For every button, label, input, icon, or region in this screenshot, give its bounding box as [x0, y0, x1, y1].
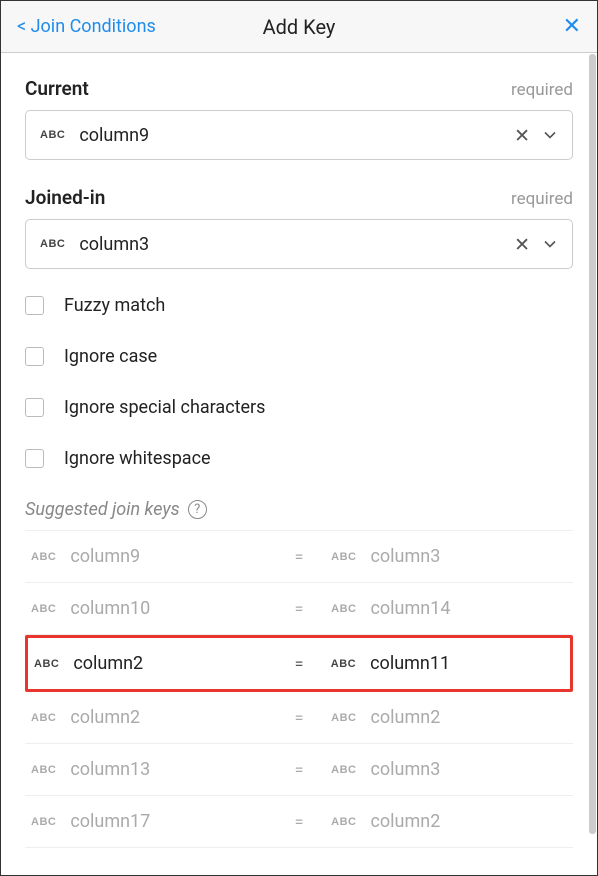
text-type-icon: ABC [40, 238, 65, 250]
suggested-left: ABC column13 [31, 759, 267, 780]
suggested-right-text: column3 [370, 546, 440, 567]
text-type-icon: ABC [31, 712, 56, 724]
equals-icon: = [267, 708, 331, 727]
ignore-whitespace-label: Ignore whitespace [64, 448, 211, 469]
fuzzy-match-label: Fuzzy match [64, 295, 165, 316]
suggested-right: ABC column2 [331, 811, 567, 832]
suggested-row[interactable]: ABCcolumn17=ABCcolumn2 [25, 796, 573, 848]
suggested-left-text: column13 [70, 759, 150, 780]
suggested-row[interactable]: ABCcolumn2=ABCcolumn2 [25, 692, 573, 744]
text-type-icon: ABC [331, 658, 356, 670]
suggested-right: ABC column14 [331, 598, 567, 619]
ignore-case-label: Ignore case [64, 346, 157, 367]
suggested-header: Suggested join keys ? [25, 499, 573, 520]
joined-required: required [511, 189, 573, 209]
text-type-icon: ABC [40, 129, 65, 141]
suggested-left-text: column9 [70, 546, 140, 567]
help-icon[interactable]: ? [188, 500, 207, 519]
ignore-case-row: Ignore case [25, 346, 573, 367]
scrollbar[interactable] [589, 54, 596, 834]
text-type-icon: ABC [331, 551, 356, 563]
text-type-icon: ABC [331, 816, 356, 828]
suggested-left-text: column2 [73, 653, 143, 674]
equals-icon: = [267, 812, 331, 831]
text-type-icon: ABC [31, 603, 56, 615]
ignore-whitespace-row: Ignore whitespace [25, 448, 573, 469]
text-type-icon: ABC [31, 551, 56, 563]
ignore-special-label: Ignore special characters [64, 397, 265, 418]
dialog-body: Current required ABC column9 ✕ Joined-in… [1, 53, 597, 875]
ignore-whitespace-checkbox[interactable] [25, 449, 44, 468]
text-type-icon: ABC [34, 658, 59, 670]
equals-icon: = [267, 599, 331, 618]
fuzzy-match-checkbox[interactable] [25, 296, 44, 315]
suggested-row[interactable]: ABCcolumn9=ABCcolumn3 [25, 530, 573, 583]
suggested-left-text: column2 [70, 707, 140, 728]
suggested-right-text: column2 [370, 811, 440, 832]
suggested-left: ABC column17 [31, 811, 267, 832]
current-required: required [511, 80, 573, 100]
ignore-case-checkbox[interactable] [25, 347, 44, 366]
current-label: Current [25, 77, 89, 100]
current-value: column9 [79, 125, 514, 146]
fuzzy-match-row: Fuzzy match [25, 295, 573, 316]
suggested-row[interactable]: ABCcolumn2=ABCcolumn11 [25, 635, 573, 692]
suggested-right-text: column14 [370, 598, 450, 619]
current-label-row: Current required [25, 77, 573, 100]
joined-label: Joined-in [25, 186, 105, 209]
text-type-icon: ABC [331, 712, 356, 724]
dialog-header: < Join Conditions Add Key ✕ [1, 1, 597, 53]
text-type-icon: ABC [331, 603, 356, 615]
suggested-list: ABCcolumn9=ABCcolumn3ABCcolumn10=ABCcolu… [25, 530, 573, 848]
close-icon[interactable]: ✕ [563, 14, 581, 39]
suggested-left: ABC column2 [31, 707, 267, 728]
clear-current-icon[interactable]: ✕ [514, 124, 530, 147]
equals-icon: = [267, 547, 331, 566]
suggested-left: ABC column2 [34, 653, 267, 674]
clear-joined-icon[interactable]: ✕ [514, 233, 530, 256]
chevron-down-icon[interactable] [542, 127, 558, 143]
joined-select[interactable]: ABC column3 ✕ [25, 219, 573, 269]
ignore-special-checkbox[interactable] [25, 398, 44, 417]
suggested-left-text: column10 [70, 598, 150, 619]
equals-icon: = [267, 654, 331, 673]
suggested-row[interactable]: ABCcolumn10=ABCcolumn14 [25, 583, 573, 635]
suggested-right: ABC column11 [331, 653, 564, 674]
equals-icon: = [267, 760, 331, 779]
suggested-right: ABC column2 [331, 707, 567, 728]
joined-label-row: Joined-in required [25, 186, 573, 209]
suggested-right: ABC column3 [331, 546, 567, 567]
joined-value: column3 [79, 234, 514, 255]
text-type-icon: ABC [31, 764, 56, 776]
dialog-title: Add Key [263, 15, 336, 39]
ignore-special-row: Ignore special characters [25, 397, 573, 418]
suggested-right: ABC column3 [331, 759, 567, 780]
suggested-left-text: column17 [70, 811, 150, 832]
suggested-row[interactable]: ABCcolumn13=ABCcolumn3 [25, 744, 573, 796]
suggested-right-text: column11 [370, 653, 450, 674]
back-link[interactable]: < Join Conditions [17, 16, 156, 37]
suggested-right-text: column3 [370, 759, 440, 780]
chevron-down-icon[interactable] [542, 236, 558, 252]
suggested-left: ABC column10 [31, 598, 267, 619]
suggested-right-text: column2 [370, 707, 440, 728]
text-type-icon: ABC [31, 816, 56, 828]
suggested-left: ABC column9 [31, 546, 267, 567]
current-select[interactable]: ABC column9 ✕ [25, 110, 573, 160]
suggested-label: Suggested join keys [25, 499, 180, 520]
text-type-icon: ABC [331, 764, 356, 776]
options-group: Fuzzy match Ignore case Ignore special c… [25, 295, 573, 469]
